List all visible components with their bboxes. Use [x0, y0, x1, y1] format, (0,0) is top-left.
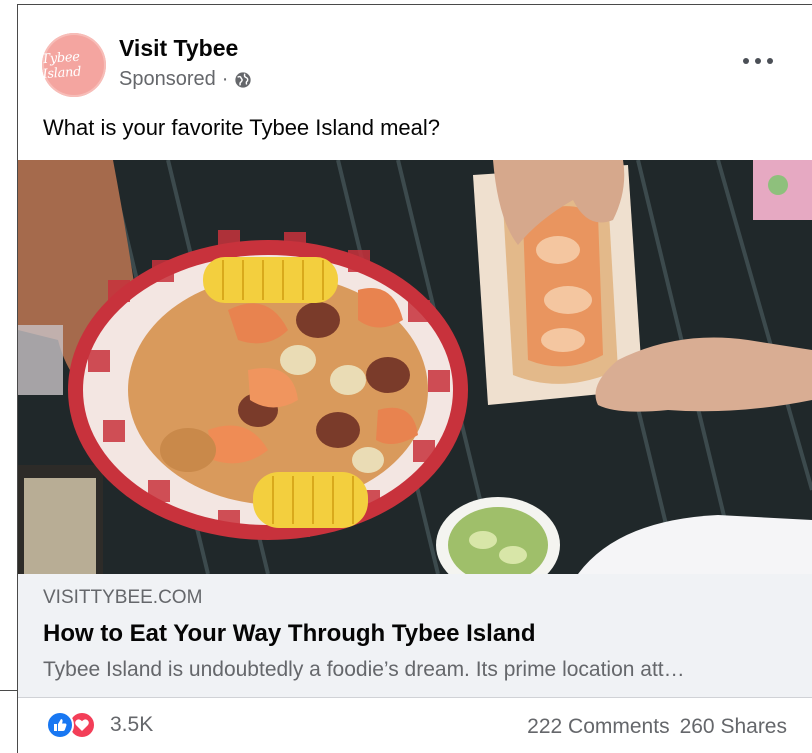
- comments-count[interactable]: 222 Comments: [527, 715, 669, 739]
- reactions-summary[interactable]: 3.5K: [46, 711, 153, 739]
- post-text: What is your favorite Tybee Island meal?: [43, 115, 441, 140]
- more-dot: [755, 58, 761, 64]
- post-meta: Sponsored ·: [119, 68, 252, 91]
- globe-icon[interactable]: [234, 71, 252, 89]
- engagement-stats: 222 Comments 260 Shares: [527, 715, 787, 739]
- page-avatar[interactable]: Tybee Island: [41, 33, 106, 97]
- avatar-logo-text: Tybee Island: [41, 49, 82, 83]
- link-title[interactable]: How to Eat Your Way Through Tybee Island: [43, 620, 535, 648]
- like-icon: [46, 711, 74, 739]
- link-preview[interactable]: VISITTYBEE.COM How to Eat Your Way Throu…: [18, 574, 812, 697]
- more-options-button[interactable]: [743, 49, 773, 73]
- more-dot: [767, 58, 773, 64]
- frame-edge-tick: [0, 690, 17, 691]
- reactions-count: 3.5K: [110, 713, 154, 736]
- shares-count[interactable]: 260 Shares: [680, 715, 787, 739]
- link-domain: VISITTYBEE.COM: [43, 587, 203, 608]
- post-image[interactable]: [18, 160, 812, 574]
- page-name-link[interactable]: Visit Tybee: [119, 35, 238, 62]
- engagement-divider: [18, 697, 812, 698]
- food-photo: [18, 160, 812, 574]
- sponsored-post-card: Tybee Island Visit Tybee Sponsored · Wha…: [17, 4, 812, 753]
- meta-separator: ·: [221, 68, 229, 90]
- more-dot: [743, 58, 749, 64]
- link-description: Tybee Island is undoubtedly a foodie’s d…: [43, 658, 685, 681]
- sponsored-label[interactable]: Sponsored: [119, 68, 216, 91]
